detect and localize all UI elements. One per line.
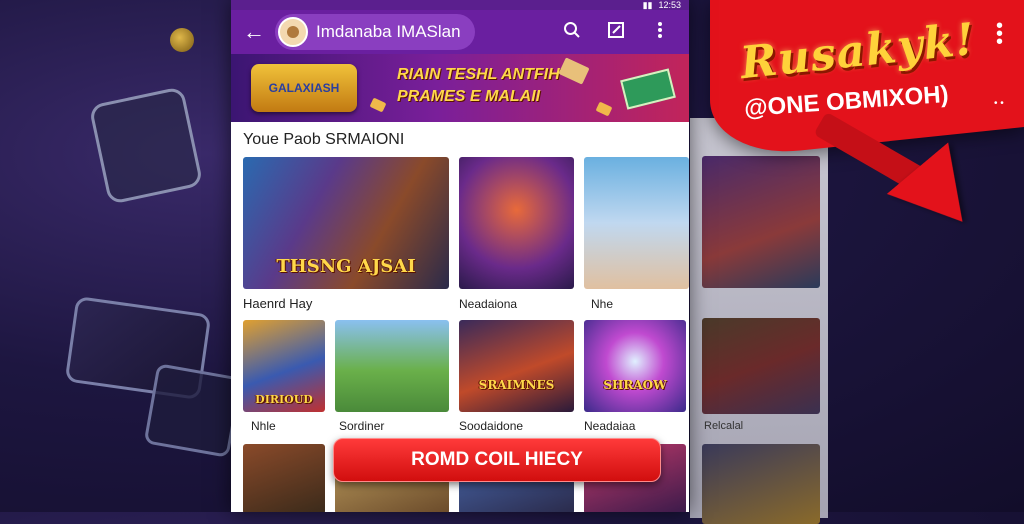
phone-screen: ▮▮ 12:53 ← Imdanaba IMASlan GALAXIASH RI… bbox=[231, 0, 689, 512]
background-tile-label: Relcalal bbox=[704, 420, 744, 432]
game-label: Soodaidone bbox=[459, 419, 524, 433]
background-game-tile bbox=[702, 318, 820, 414]
game-tile[interactable]: DIRIOUD bbox=[243, 320, 325, 412]
game-label: Haenrd Hay bbox=[243, 296, 313, 311]
game-tile-caption: DIRIOUD bbox=[255, 393, 313, 406]
search-icon[interactable] bbox=[555, 21, 589, 44]
status-time: 12:53 bbox=[658, 0, 681, 10]
signal-icon: ▮▮ bbox=[642, 0, 653, 10]
status-bar: ▮▮ 12:53 bbox=[231, 0, 689, 10]
game-tile[interactable] bbox=[584, 157, 689, 289]
coin-decoration bbox=[558, 57, 590, 85]
cash-icon bbox=[620, 68, 676, 110]
arrow-left-icon[interactable]: ← bbox=[243, 19, 265, 45]
game-label: Nhe bbox=[591, 297, 614, 311]
background-game-tile bbox=[702, 444, 820, 524]
hero-headline-line: RIAIN TESHL ANTFIH bbox=[397, 66, 560, 83]
game-tile[interactable]: THSNG AJSAI bbox=[243, 157, 449, 289]
hero-headline-line: PRAMES E MALAII bbox=[397, 88, 541, 105]
hero-headline: RIAIN TESHL ANTFIH PRAMES E MALAII bbox=[397, 64, 560, 108]
game-label: Sordiner bbox=[339, 419, 385, 433]
profile-chip[interactable]: Imdanaba IMASlan bbox=[275, 14, 475, 50]
game-tile[interactable] bbox=[243, 444, 325, 512]
game-logo: GALAXIASH bbox=[251, 64, 357, 112]
phone-silhouette-decoration bbox=[143, 363, 243, 458]
hero-banner[interactable]: GALAXIASH RIAIN TESHL ANTFIH PRAMES E MA… bbox=[231, 54, 689, 122]
coin-decoration bbox=[595, 101, 613, 117]
cta-button[interactable]: ROMD COIL HIECY bbox=[333, 438, 661, 482]
game-tile[interactable]: SRAIMNES bbox=[459, 320, 574, 412]
game-label: Neadaiona bbox=[459, 297, 518, 311]
section-title: Youe Paob SRMAIONI bbox=[243, 131, 405, 148]
game-tile[interactable]: SHRAOW bbox=[584, 320, 686, 412]
game-tile[interactable] bbox=[335, 320, 449, 412]
game-label: Neadaiaa bbox=[584, 419, 636, 433]
game-tile-caption: THSNG AJSAI bbox=[276, 256, 416, 277]
phone-silhouette-decoration bbox=[88, 86, 204, 205]
avatar bbox=[278, 17, 308, 47]
app-bar: ← Imdanaba IMASlan bbox=[231, 10, 689, 54]
edit-square-icon[interactable] bbox=[599, 21, 633, 44]
game-tile-caption: SRAIMNES bbox=[478, 378, 555, 392]
app-title: Imdanaba IMASlan bbox=[316, 22, 461, 41]
game-tile[interactable] bbox=[459, 157, 574, 289]
dots-decoration: • • bbox=[994, 98, 1004, 109]
coin-decoration bbox=[369, 97, 387, 113]
more-vertical-icon[interactable] bbox=[643, 21, 677, 44]
game-tile-caption: SHRAOW bbox=[603, 378, 667, 392]
game-label: Nhle bbox=[251, 419, 276, 433]
coin-decoration bbox=[170, 28, 194, 52]
more-vertical-icon[interactable]: • • • bbox=[996, 16, 1003, 52]
